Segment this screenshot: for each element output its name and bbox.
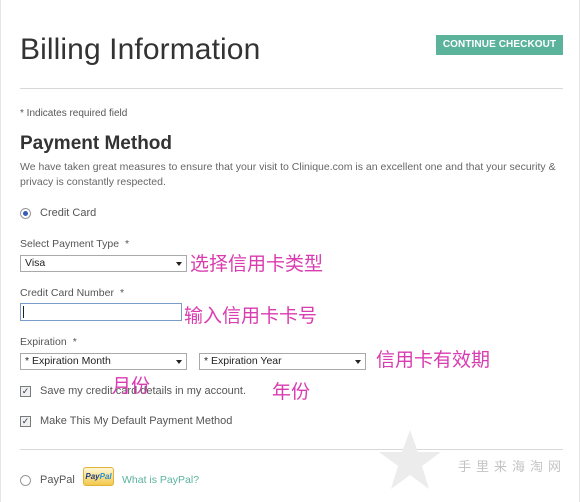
expiration-year-select[interactable]: * Expiration Year (199, 353, 366, 370)
watermark-text: 手里来海淘网 (458, 460, 567, 475)
expiration-label: Expiration * (20, 336, 77, 348)
header-divider (20, 88, 563, 89)
what-is-paypal-link[interactable]: What is PayPal? (122, 474, 199, 486)
required-star: * (72, 336, 77, 348)
required-star: * (119, 287, 125, 299)
page-title: Billing Information (20, 33, 261, 66)
paypal-radio[interactable] (20, 475, 31, 486)
paypal-logo-text-a: Pay (85, 472, 100, 481)
paypal-logo: PayPal (83, 467, 114, 486)
expiration-year-value: * Expiration Year (204, 355, 282, 367)
default-method-checkbox[interactable]: ✓ (20, 416, 31, 427)
card-number-label: Credit Card Number * (20, 287, 124, 299)
save-card-checkbox[interactable]: ✓ (20, 386, 31, 397)
payment-method-intro: We have taken great measures to ensure t… (20, 161, 556, 188)
annotation-payment-type: 选择信用卡类型 (190, 253, 324, 275)
dropdown-arrow-icon (176, 360, 182, 364)
payment-type-label-text: Select Payment Type (20, 238, 120, 250)
annotation-year: 年份 (272, 381, 311, 403)
payment-type-select[interactable]: Visa (20, 255, 187, 272)
card-number-input[interactable] (20, 303, 182, 321)
expiration-month-select[interactable]: * Expiration Month (20, 353, 187, 370)
section-divider (20, 449, 563, 450)
paypal-label[interactable]: PayPal (40, 474, 75, 486)
annotation-expiration: 信用卡有效期 (376, 349, 491, 371)
required-field-note: * Indicates required field (20, 108, 128, 119)
frame-left-border (0, 0, 1, 502)
continue-checkout-button[interactable]: CONTINUE CHECKOUT (436, 35, 563, 55)
payment-type-value: Visa (25, 257, 46, 269)
annotation-card-number: 输入信用卡卡号 (184, 305, 318, 327)
dropdown-arrow-icon (355, 360, 361, 364)
payment-method-title: Payment Method (20, 133, 173, 154)
annotation-month: 月份 (112, 375, 151, 397)
text-caret (23, 306, 24, 318)
credit-card-label[interactable]: Credit Card (40, 207, 96, 219)
expiration-label-text: Expiration (20, 336, 67, 348)
required-star: * (125, 238, 130, 250)
payment-type-label: Select Payment Type * (20, 238, 129, 250)
credit-card-radio[interactable] (20, 208, 31, 219)
dropdown-arrow-icon (176, 262, 182, 266)
watermark-star-icon (379, 430, 441, 489)
expiration-month-value: * Expiration Month (25, 355, 111, 367)
card-number-label-text: Credit Card Number (20, 287, 114, 299)
paypal-logo-text-b: Pal (99, 472, 112, 481)
default-method-label[interactable]: Make This My Default Payment Method (40, 415, 232, 427)
